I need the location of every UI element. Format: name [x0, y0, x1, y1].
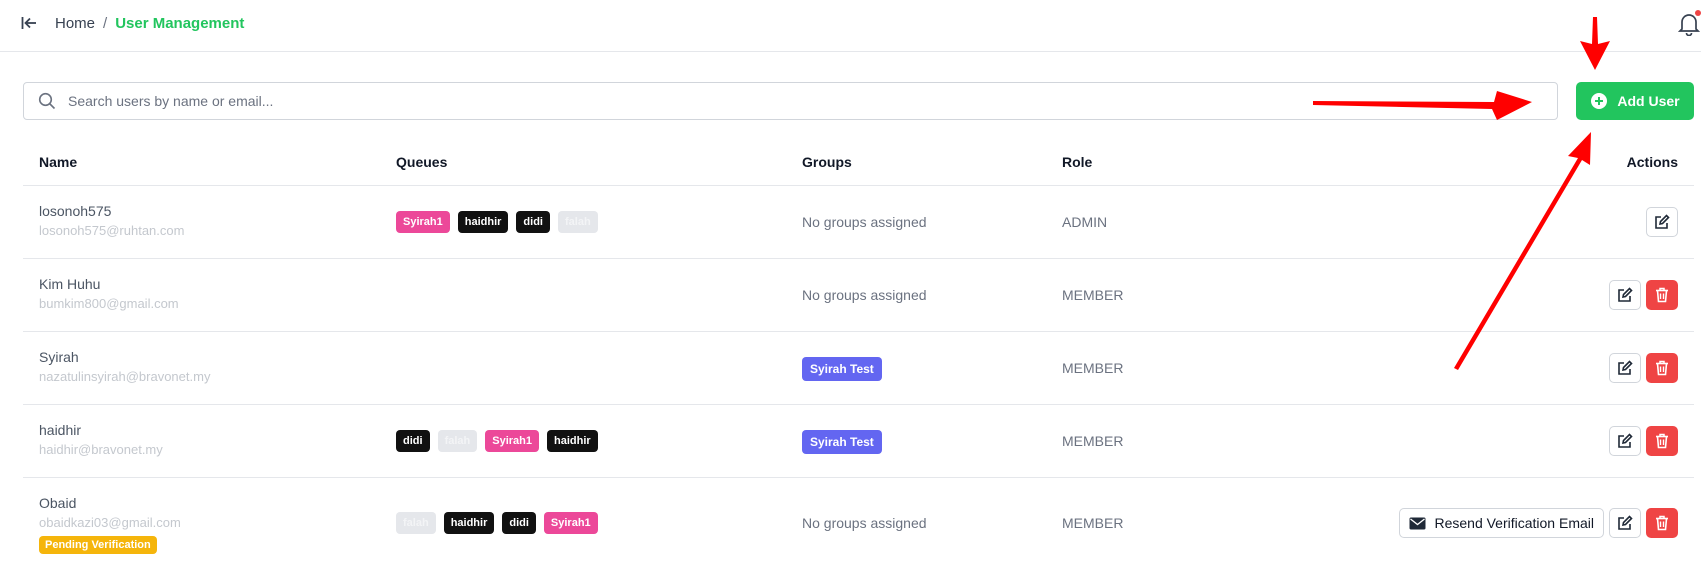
- edit-button[interactable]: [1609, 280, 1641, 310]
- trash-icon: [1656, 287, 1668, 303]
- search-box: [23, 82, 1558, 120]
- queue-tag: falah: [396, 512, 436, 534]
- user-name: Syirah: [39, 349, 79, 365]
- queue-tag: Syirah1: [396, 211, 450, 233]
- trash-icon: [1656, 360, 1668, 376]
- user-name: haidhir: [39, 422, 82, 438]
- edit-button[interactable]: [1609, 426, 1641, 456]
- user-role: MEMBER: [1062, 360, 1124, 376]
- queue-tag: didi: [516, 211, 550, 233]
- user-name: Kim Huhu: [39, 276, 101, 292]
- search-input[interactable]: [68, 93, 1368, 109]
- edit-icon: [1618, 515, 1633, 530]
- search-icon: [38, 92, 56, 110]
- add-user-label: Add User: [1617, 93, 1680, 109]
- edit-button[interactable]: [1609, 353, 1641, 383]
- queue-tag: falah: [557, 211, 598, 233]
- notification-dot: [1695, 10, 1701, 16]
- delete-button[interactable]: [1646, 508, 1678, 538]
- groups-text: No groups assigned: [802, 515, 927, 531]
- column-header-role: Role: [1062, 154, 1093, 170]
- table-row: haidhir haidhir@bravonet.my didi falah S…: [23, 405, 1694, 478]
- table-header: Name Queues Groups Role Actions: [23, 140, 1694, 186]
- column-header-actions: Actions: [1626, 154, 1678, 170]
- row-actions: [1646, 207, 1678, 237]
- user-email: losonoh575@ruhtan.com: [39, 223, 185, 238]
- collapse-sidebar-icon[interactable]: [18, 12, 40, 34]
- top-bar: Home / User Management: [0, 0, 1701, 52]
- queue-tag: haidhir: [443, 512, 495, 534]
- user-name: losonoh575: [39, 203, 112, 219]
- queue-tag: didi: [396, 430, 430, 452]
- queue-tag: Syirah1: [543, 512, 598, 534]
- add-user-button[interactable]: Add User: [1576, 82, 1694, 120]
- envelope-icon: [1409, 517, 1426, 529]
- edit-icon: [1655, 214, 1670, 229]
- group-tag: Syirah Test: [802, 430, 882, 454]
- user-role: MEMBER: [1062, 433, 1124, 449]
- trash-icon: [1656, 515, 1668, 531]
- column-header-queues: Queues: [396, 154, 448, 170]
- user-email: bumkim800@gmail.com: [39, 296, 179, 311]
- queue-tag: falah: [437, 430, 478, 452]
- table-row: losonoh575 losonoh575@ruhtan.com Syirah1…: [23, 186, 1694, 259]
- resend-verification-button[interactable]: Resend Verification Email: [1399, 508, 1604, 538]
- column-header-groups: Groups: [802, 154, 852, 170]
- row-actions: [1609, 280, 1678, 310]
- group-tag: Syirah Test: [802, 357, 882, 381]
- queue-tag: didi: [502, 512, 536, 534]
- user-email: haidhir@bravonet.my: [39, 442, 163, 457]
- edit-button[interactable]: [1609, 508, 1641, 538]
- table-row: Syirah nazatulinsyirah@bravonet.my Syira…: [23, 332, 1694, 405]
- breadcrumb-home[interactable]: Home: [55, 15, 95, 32]
- queue-tag: haidhir: [547, 430, 598, 452]
- edit-icon: [1618, 360, 1633, 375]
- queue-tag: Syirah1: [485, 430, 539, 452]
- edit-icon: [1618, 433, 1633, 448]
- breadcrumb: Home / User Management: [55, 15, 244, 32]
- table-row: Obaid obaidkazi03@gmail.com Pending Veri…: [23, 478, 1694, 565]
- table-row: Kim Huhu bumkim800@gmail.com No groups a…: [23, 259, 1694, 332]
- resend-verification-label: Resend Verification Email: [1434, 515, 1594, 531]
- queue-tags: Syirah1 haidhir didi falah: [396, 211, 598, 233]
- breadcrumb-separator: /: [103, 15, 108, 32]
- edit-button[interactable]: [1646, 207, 1678, 237]
- delete-button[interactable]: [1646, 426, 1678, 456]
- plus-circle-icon: [1591, 93, 1608, 109]
- delete-button[interactable]: [1646, 353, 1678, 383]
- row-actions: [1609, 353, 1678, 383]
- user-role: MEMBER: [1062, 515, 1124, 531]
- breadcrumb-current: User Management: [115, 15, 245, 32]
- user-role: ADMIN: [1062, 214, 1108, 230]
- queue-tags: didi falah Syirah1 haidhir: [396, 430, 598, 452]
- users-table: Name Queues Groups Role Actions losonoh5…: [23, 140, 1694, 565]
- trash-icon: [1656, 433, 1668, 449]
- row-actions: [1609, 426, 1678, 456]
- column-header-name: Name: [39, 154, 78, 170]
- delete-button[interactable]: [1646, 280, 1678, 310]
- user-role: MEMBER: [1062, 287, 1124, 303]
- queue-tags: falah haidhir didi Syirah1: [396, 512, 598, 534]
- user-name: Obaid: [39, 495, 77, 511]
- edit-icon: [1618, 287, 1633, 302]
- groups-text: No groups assigned: [802, 214, 927, 230]
- user-email: nazatulinsyirah@bravonet.my: [39, 369, 211, 384]
- row-actions: Resend Verification Email: [1399, 508, 1678, 538]
- queue-tag: haidhir: [457, 211, 509, 233]
- status-badge: Pending Verification: [39, 536, 157, 554]
- user-email: obaidkazi03@gmail.com: [39, 515, 181, 530]
- groups-text: No groups assigned: [802, 287, 927, 303]
